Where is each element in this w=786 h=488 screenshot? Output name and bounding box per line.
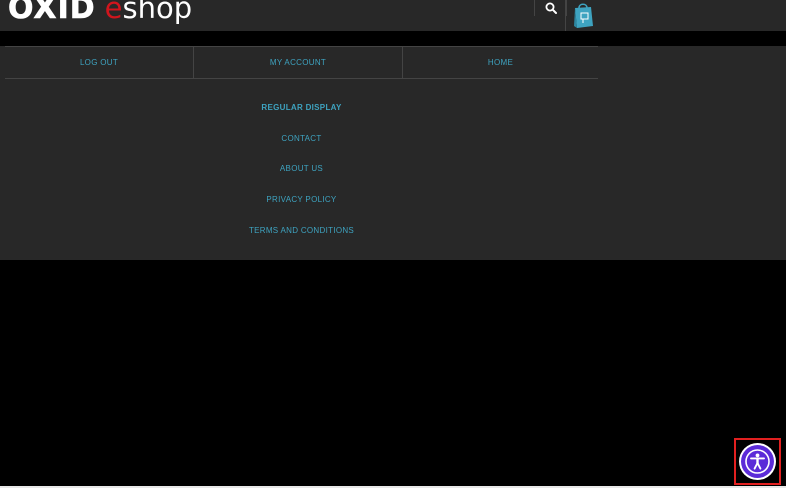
link-privacy-policy[interactable]: PRIVACY POLICY [266, 195, 336, 204]
list-item: PRIVACY POLICY [5, 184, 598, 215]
logo-accent: e [104, 0, 123, 25]
accessibility-button[interactable] [741, 445, 774, 478]
tab-home[interactable]: HOME [403, 47, 598, 78]
logo-product: shop [122, 0, 193, 25]
tab-log-out[interactable]: LOG OUT [5, 47, 194, 78]
navigation-menu: LOG OUT MY ACCOUNT HOME REGULAR DISPLAY … [0, 46, 786, 260]
link-regular-display[interactable]: REGULAR DISPLAY [261, 103, 341, 112]
account-tabs: LOG OUT MY ACCOUNT HOME [5, 46, 598, 79]
search-icon [545, 2, 557, 14]
link-terms-and-conditions[interactable]: TERMS AND CONDITIONS [249, 226, 354, 235]
accessibility-icon [745, 449, 770, 474]
link-contact[interactable]: CONTACT [281, 134, 321, 143]
list-item: ABOUT US [5, 154, 598, 185]
cart-button[interactable] [572, 1, 594, 29]
accessibility-highlight [734, 438, 781, 485]
tab-my-account[interactable]: MY ACCOUNT [194, 47, 403, 78]
shopping-bag-icon [574, 3, 593, 28]
logo-brand: OXID [8, 0, 96, 26]
header-divider [565, 0, 566, 31]
link-about-us[interactable]: ABOUT US [280, 164, 323, 173]
list-item: TERMS AND CONDITIONS [5, 215, 598, 246]
search-button[interactable] [534, 0, 567, 16]
oxid-eshop-logo[interactable]: OXID e shop [8, 0, 192, 31]
list-item: REGULAR DISPLAY [5, 92, 598, 123]
menu-links: REGULAR DISPLAY CONTACT ABOUT US PRIVACY… [5, 92, 598, 246]
site-header: OXID e shop [0, 0, 786, 31]
list-item: CONTACT [5, 123, 598, 154]
